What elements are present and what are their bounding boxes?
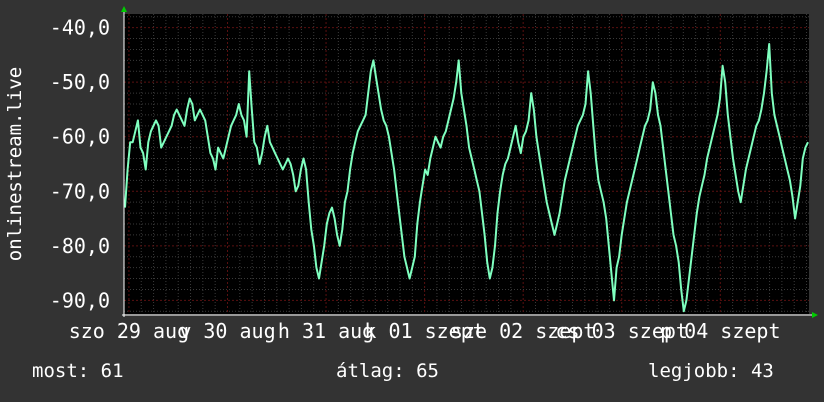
x-tick-label: szo 29 aug — [69, 319, 189, 343]
y-axis-label: onlinestream.live — [4, 67, 26, 261]
chart: -40,0 -50,0 -60,0 -70,0 -80,0 -90,0 szo 29 au… — [4, 6, 818, 343]
x-axis-arrow — [812, 312, 818, 318]
stat-current: most: 61 — [32, 360, 124, 382]
stat-best: legjobb: 43 — [648, 360, 774, 382]
x-axis-ticks: szo 29 augv 30 aug h 31 augk 01 szeptsze … — [69, 319, 781, 343]
y-tick-label: -70,0 — [50, 179, 110, 203]
y-tick-label: -40,0 — [50, 16, 110, 40]
y-tick-label: -80,0 — [50, 234, 110, 258]
x-tick-label: h 31 aug — [278, 319, 374, 343]
y-tick-label: -50,0 — [50, 70, 110, 94]
y-tick-label: -60,0 — [50, 125, 110, 149]
x-tick-label: p 04 szept — [660, 319, 780, 343]
stat-average: átlag: 65 — [336, 360, 439, 382]
y-tick-label: -90,0 — [50, 288, 110, 312]
y-axis-arrow — [121, 6, 127, 12]
x-tick-label: v 30 aug — [179, 319, 275, 343]
y-axis-ticks: -40,0 -50,0 -60,0 -70,0 -80,0 -90,0 — [50, 16, 110, 313]
